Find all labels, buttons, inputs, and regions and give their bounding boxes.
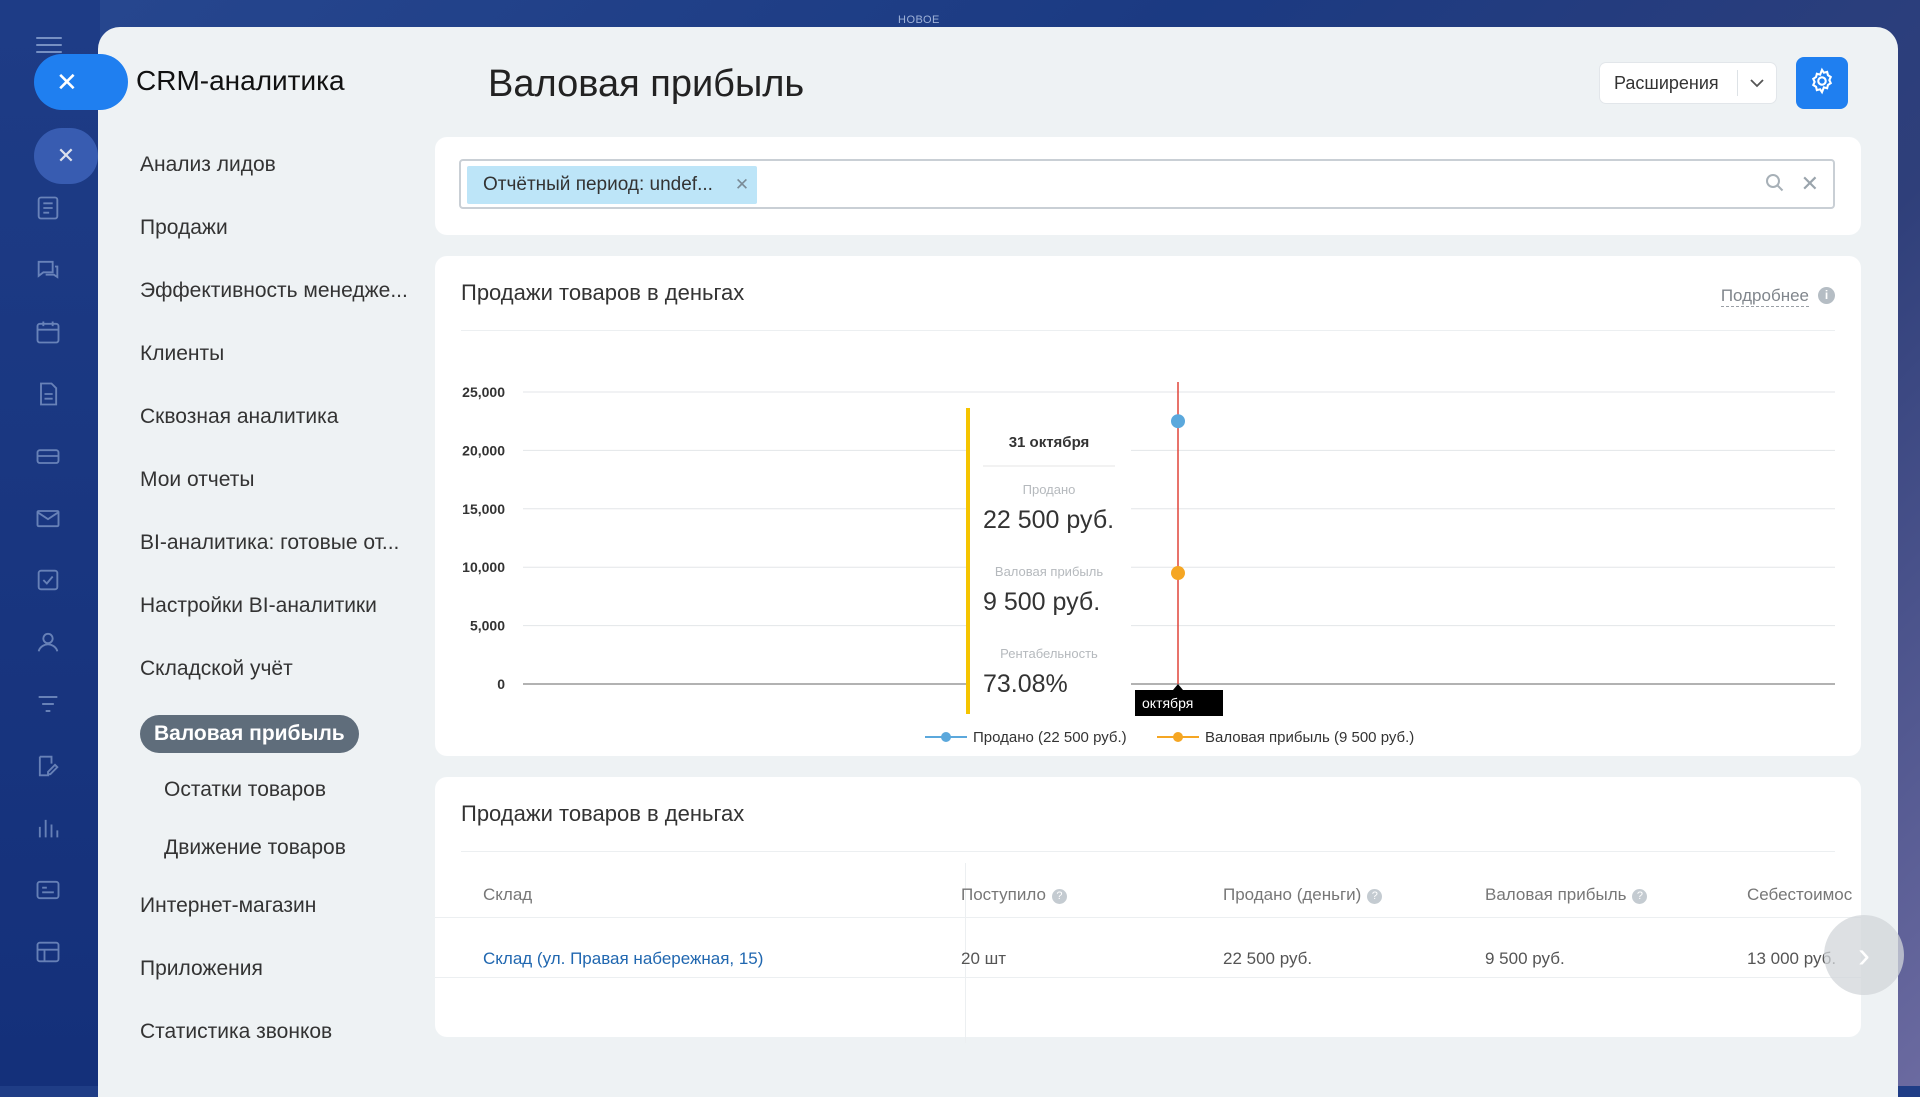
sidebar-item-online-store[interactable]: Интернет-магазин: [140, 894, 316, 918]
sidebar-item-bi-reports[interactable]: BI-аналитика: готовые от...: [140, 531, 399, 555]
sales-chart: 25,000 20,000 15,000 10,000 5,000 0 октября 31 …: [462, 382, 1835, 746]
contacts-icon[interactable]: [34, 628, 66, 660]
analytics-icon[interactable]: [34, 814, 66, 846]
sidebar-item-stock-balance[interactable]: Остатки товаров: [164, 778, 326, 802]
grid-icon[interactable]: [34, 938, 66, 970]
cursor-label: октября: [1142, 695, 1193, 711]
sidebar-item-gross-profit[interactable]: Валовая прибыль: [140, 715, 359, 753]
gear-icon: [1808, 67, 1836, 100]
feed-icon[interactable]: [34, 194, 66, 226]
sidebar-item-my-reports[interactable]: Мои отчеты: [140, 468, 254, 492]
sidebar-item-stock-movement[interactable]: Движение товаров: [164, 836, 346, 860]
header-cost[interactable]: Себестоимос: [1747, 885, 1852, 905]
point-gross-profit: [1171, 566, 1185, 581]
legend-sold: Продано (22 500 руб.): [973, 729, 1127, 746]
table-card-title: Продажи товаров в деньгах: [461, 801, 745, 826]
sidebar-item-end-to-end[interactable]: Сквозная аналитика: [140, 405, 338, 429]
help-icon[interactable]: ?: [1051, 889, 1067, 904]
tooltip-row-value: 22 500 руб.: [983, 506, 1114, 534]
sidebar-item-leads[interactable]: Анализ лидов: [140, 153, 276, 177]
legend-gross-profit: Валовая прибыль (9 500 руб.): [1205, 729, 1414, 746]
crm-filter-icon[interactable]: [34, 690, 66, 722]
chart-card: Продажи товаров в деньгах Подробнее i 25…: [435, 256, 1861, 756]
mail-icon[interactable]: [34, 504, 66, 536]
tooltip-accent-bar: [966, 408, 970, 714]
analytics-panel: CRM-аналитика Анализ лидов Продажи Эффек…: [98, 27, 1898, 1097]
point-sold: [1171, 414, 1185, 429]
cell-gross-profit: 9 500 руб.: [1485, 949, 1565, 968]
close-icon: ✕: [56, 66, 78, 97]
sidebar-item-apps[interactable]: Приложения: [140, 957, 263, 981]
calendar-icon[interactable]: [34, 318, 66, 350]
tooltip-date: 31 октября: [1009, 434, 1090, 451]
search-icon[interactable]: [1765, 173, 1785, 198]
tooltip: [966, 408, 1131, 714]
filter-input[interactable]: Отчётный период: undef... ✕ ✕: [459, 159, 1835, 209]
drive-icon[interactable]: [34, 442, 66, 474]
header-sold-money[interactable]: Продано (деньги)?: [1223, 885, 1383, 905]
tooltip-row-value: 73.08%: [983, 670, 1068, 698]
close-secondary-panel-button[interactable]: ✕: [34, 128, 98, 184]
sidebar-item-bi-settings[interactable]: Настройки BI-аналитики: [140, 594, 377, 618]
header-row-divider: [435, 917, 1861, 918]
help-icon[interactable]: ?: [1632, 889, 1648, 904]
cell-sold-money: 22 500 руб.: [1223, 949, 1313, 968]
sidebar-title: CRM-аналитика: [136, 65, 345, 96]
page-title: Валовая прибыль: [488, 63, 805, 105]
legend-marker: [941, 732, 951, 742]
extensions-label: Расширения: [1614, 72, 1719, 93]
settings-button[interactable]: [1796, 57, 1848, 109]
y-tick-label: 5,000: [470, 618, 505, 634]
hamburger-menu-icon[interactable]: [36, 32, 62, 54]
cell-warehouse-link[interactable]: Склад (ул. Правая набережная, 15): [483, 949, 763, 969]
cell-cost: 13 000 руб.: [1747, 949, 1837, 968]
y-tick-label: 10,000: [462, 559, 505, 575]
edit-icon[interactable]: [34, 752, 66, 784]
close-slider-button[interactable]: ✕: [34, 54, 128, 110]
tooltip-row-value: 9 500 руб.: [983, 588, 1100, 616]
cell-received: 20 шт: [961, 949, 1007, 968]
y-tick-label: 15,000: [462, 501, 505, 517]
document-icon[interactable]: [34, 380, 66, 412]
top-label: НОВОЕ: [898, 14, 940, 26]
sidebar-item-manager-efficiency[interactable]: Эффективность менедже...: [140, 279, 408, 303]
legend-marker: [1173, 732, 1183, 742]
sidebar-item-call-stats[interactable]: Статистика звонков: [140, 1020, 332, 1044]
table-card: Продажи товаров в деньгах Склад Поступил…: [435, 777, 1861, 1043]
extensions-dropdown[interactable]: Расширения: [1600, 63, 1776, 103]
y-tick-label: 25,000: [462, 384, 505, 400]
tooltip-row-label: Продано: [1023, 482, 1076, 497]
sidebar-item-clients[interactable]: Клиенты: [140, 342, 224, 366]
header-warehouse[interactable]: Склад: [483, 885, 532, 905]
header-gross-profit[interactable]: Валовая прибыль?: [1485, 885, 1648, 905]
y-tick-label: 20,000: [462, 442, 505, 458]
sidebar-item-inventory[interactable]: Складской учёт: [140, 657, 293, 681]
filter-card: Отчётный период: undef... ✕ ✕: [435, 137, 1861, 235]
chevron-right-icon: ›: [1858, 934, 1870, 975]
row-divider: [435, 977, 1861, 978]
scroll-right-button[interactable]: ›: [1824, 915, 1904, 995]
filter-chip-label: Отчётный период: undef...: [483, 174, 713, 195]
table-card-divider: [461, 851, 1835, 852]
sidebar-item-sales[interactable]: Продажи: [140, 216, 228, 240]
header-received[interactable]: Поступило?: [961, 885, 1067, 905]
tooltip-row-label: Валовая прибыль: [995, 564, 1103, 579]
tasks-icon[interactable]: [34, 566, 66, 598]
sites-icon[interactable]: [34, 876, 66, 908]
clear-filter-icon[interactable]: ✕: [1801, 171, 1819, 197]
chevron-down-icon: [1737, 70, 1776, 96]
filter-chip-period[interactable]: Отчётный период: undef... ✕: [467, 166, 758, 204]
cursor-label-pointer: [1173, 684, 1183, 690]
chat-icon[interactable]: [34, 256, 66, 288]
tooltip-row-label: Рентабельность: [1000, 646, 1098, 661]
help-icon[interactable]: ?: [1367, 889, 1383, 904]
y-tick-label: 0: [497, 676, 505, 692]
chip-remove-icon[interactable]: ✕: [735, 175, 749, 195]
